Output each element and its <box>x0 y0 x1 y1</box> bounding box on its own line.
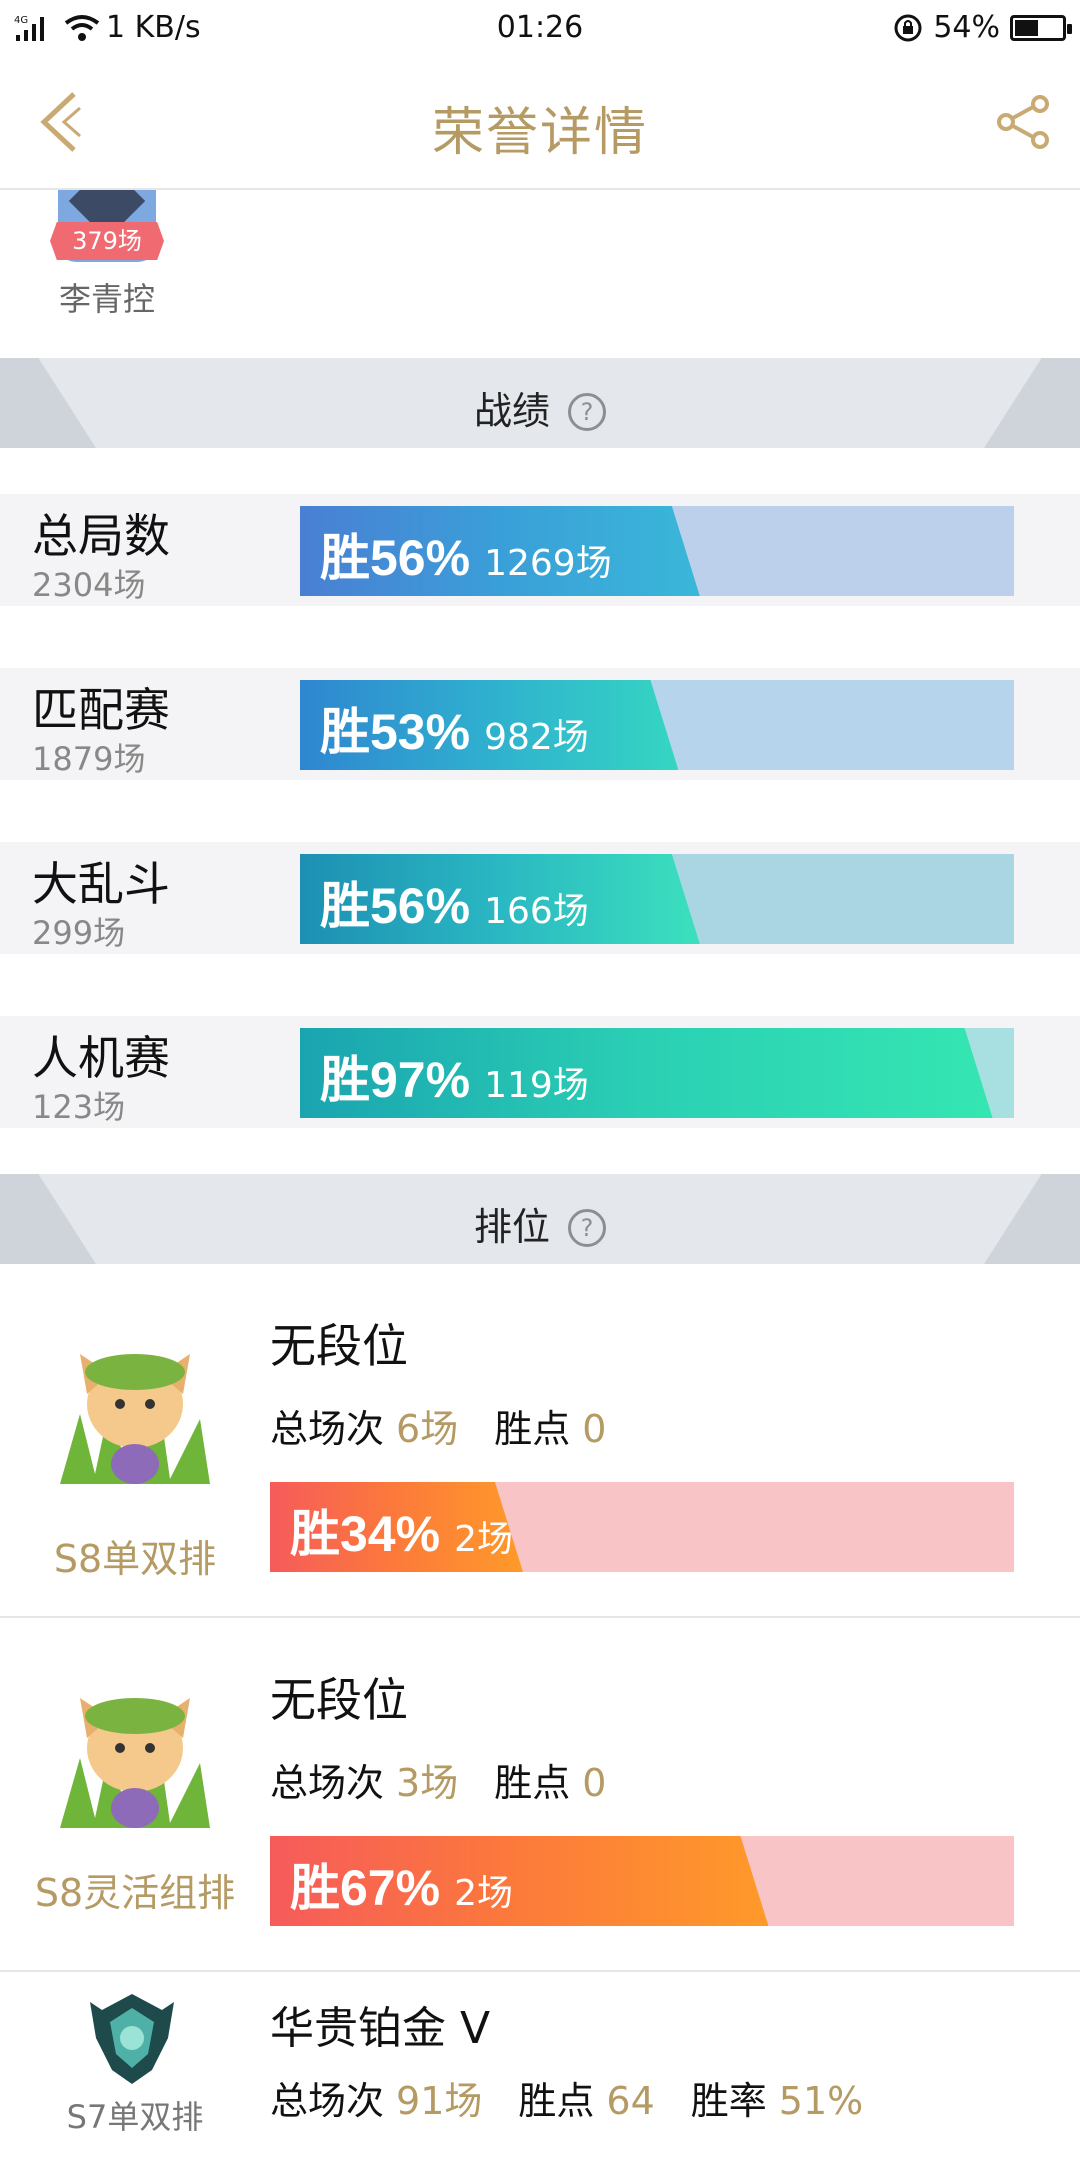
mode-total: 2304场 <box>32 566 146 604</box>
rotation-lock-icon <box>894 14 922 41</box>
wins-count: 1269场 <box>484 543 612 584</box>
matches-value: 3场 <box>396 1761 459 1805</box>
tier-label: 无段位 <box>270 1673 408 1727</box>
page-title: 荣誉详情 <box>431 103 648 163</box>
ranked-item[interactable]: S7单双排 华贵铂金 V 总场次 91场 胜点 64 胜率 51% <box>0 1972 1080 2160</box>
win-rate: 胜53% <box>320 704 471 760</box>
wins-count: 2场 <box>454 1873 513 1914</box>
rate-value: 51% <box>778 2079 864 2123</box>
stat-row[interactable]: 匹配赛 1879场 胜53% 982场 <box>0 668 1080 780</box>
matches-value: 91场 <box>396 2079 483 2123</box>
ranked-item[interactable]: S8单双排 无段位 总场次 6场 胜点 0 胜34% 2场 <box>0 1264 1080 1618</box>
win-rate: 胜56% <box>320 530 471 586</box>
champion-mastery-card[interactable]: 379场 李青控 <box>0 190 1080 358</box>
help-icon[interactable]: ? <box>568 393 606 431</box>
battery-icon <box>1010 14 1072 41</box>
wins-count: 982场 <box>484 717 589 758</box>
mode-total: 299场 <box>32 914 126 952</box>
points-value: 0 <box>582 1407 607 1451</box>
ranked-section-title: 排位 <box>473 1205 550 1249</box>
win-rate: 胜34% <box>290 1506 441 1562</box>
battery-percent: 54% <box>933 10 1000 45</box>
platinum-rank-emblem-icon <box>82 1988 182 2088</box>
ranked-section-header: 排位? <box>0 1174 1080 1264</box>
stat-row[interactable]: 人机赛 123场 胜97% 119场 <box>0 1016 1080 1128</box>
wins-count: 2场 <box>454 1519 513 1560</box>
status-bar: 4G 1 KB/s 01:26 54% <box>0 0 1080 56</box>
teemo-rank-icon <box>40 1668 230 1838</box>
points-label: 胜点 <box>494 1761 571 1805</box>
queue-name: S8单双排 <box>53 1537 217 1581</box>
win-rate-bar: 胜56% 166场 <box>300 854 1014 944</box>
matches-value: 6场 <box>396 1407 459 1451</box>
wins-count: 119场 <box>484 1065 589 1106</box>
matches-label: 总场次 <box>270 1407 385 1451</box>
share-icon[interactable] <box>996 94 1052 150</box>
mode-total: 123场 <box>32 1088 126 1126</box>
tier-label: 无段位 <box>270 1319 408 1373</box>
wins-count: 166场 <box>484 891 589 932</box>
queue-name: S7单双排 <box>66 2098 204 2136</box>
status-right: 54% <box>893 10 1072 45</box>
ranked-meta: 总场次 91场 胜点 64 胜率 51% <box>270 2070 899 2125</box>
mode-name: 总局数 <box>32 509 170 563</box>
stats-section-header: 战绩? <box>0 358 1080 448</box>
ranked-item[interactable]: S8灵活组排 无段位 总场次 3场 胜点 0 胜67% 2场 <box>0 1618 1080 1972</box>
points-label: 胜点 <box>494 1407 571 1451</box>
queue-name: S8灵活组排 <box>34 1871 236 1915</box>
teemo-rank-icon <box>40 1324 230 1494</box>
win-rate-bar: 胜53% 982场 <box>300 680 1014 770</box>
matches-label: 总场次 <box>270 1761 385 1805</box>
mode-name: 匹配赛 <box>32 683 170 737</box>
app-header: 荣誉详情 <box>0 56 1080 190</box>
win-rate-bar: 胜34% 2场 <box>270 1482 1014 1572</box>
champion-name: 李青控 <box>58 280 155 318</box>
win-rate: 胜56% <box>320 878 471 934</box>
win-rate: 胜67% <box>290 1860 441 1916</box>
mode-name: 大乱斗 <box>32 857 170 911</box>
points-value: 0 <box>582 1761 607 1805</box>
games-count-badge: 379场 <box>50 222 164 260</box>
stats-section-title: 战绩 <box>473 389 550 433</box>
battery-fill <box>1015 19 1038 36</box>
rate-label: 胜率 <box>690 2079 767 2123</box>
mode-name: 人机赛 <box>32 1031 170 1085</box>
win-rate-bar: 胜56% 1269场 <box>300 506 1014 596</box>
win-rate: 胜97% <box>320 1052 471 1108</box>
stat-row[interactable]: 总局数 2304场 胜56% 1269场 <box>0 494 1080 606</box>
win-rate-bar: 胜97% 119场 <box>300 1028 1014 1118</box>
tier-label: 华贵铂金 V <box>270 2003 491 2054</box>
matches-label: 总场次 <box>270 2079 385 2123</box>
help-icon[interactable]: ? <box>568 1209 606 1247</box>
mode-total: 1879场 <box>32 740 146 778</box>
win-rate-bar: 胜67% 2场 <box>270 1836 1014 1926</box>
stat-row[interactable]: 大乱斗 299场 胜56% 166场 <box>0 842 1080 954</box>
ranked-meta: 总场次 6场 胜点 0 <box>270 1398 642 1453</box>
points-label: 胜点 <box>518 2079 595 2123</box>
points-value: 64 <box>606 2079 655 2123</box>
ranked-meta: 总场次 3场 胜点 0 <box>270 1752 642 1807</box>
